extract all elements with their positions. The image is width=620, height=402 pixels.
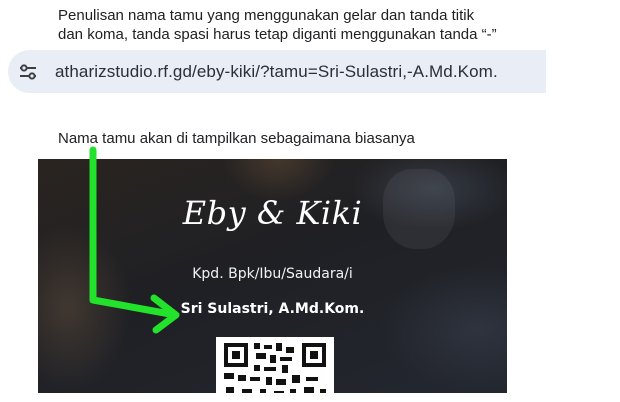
guest-greeting: Kpd. Bpk/Ibu/Saudara/i <box>192 266 353 282</box>
qr-code <box>216 337 334 393</box>
instruction-top-line-1: Penulisan nama tamu yang menggunakan gel… <box>58 7 475 24</box>
couple-names: Eby & Kiki <box>182 194 363 232</box>
qr-code-pattern <box>224 343 326 393</box>
instruction-top-line-2: dan koma, tanda spasi harus tetap digant… <box>58 26 497 43</box>
address-bar[interactable]: atharizstudio.rf.gd/eby-kiki/?tamu=Sri-S… <box>8 50 546 93</box>
guest-name: Sri Sulastri, A.Md.Kom. <box>180 301 365 317</box>
invitation-card: Eby & Kiki Kpd. Bpk/Ibu/Saudara/i Sri Su… <box>38 159 507 393</box>
instruction-middle-note: Nama tamu akan di tampilkan sebagaimana … <box>58 130 415 147</box>
tune-icon[interactable] <box>18 62 38 82</box>
url-text[interactable]: atharizstudio.rf.gd/eby-kiki/?tamu=Sri-S… <box>55 61 498 82</box>
instruction-top-note: Penulisan nama tamu yang menggunakan gel… <box>58 6 558 44</box>
